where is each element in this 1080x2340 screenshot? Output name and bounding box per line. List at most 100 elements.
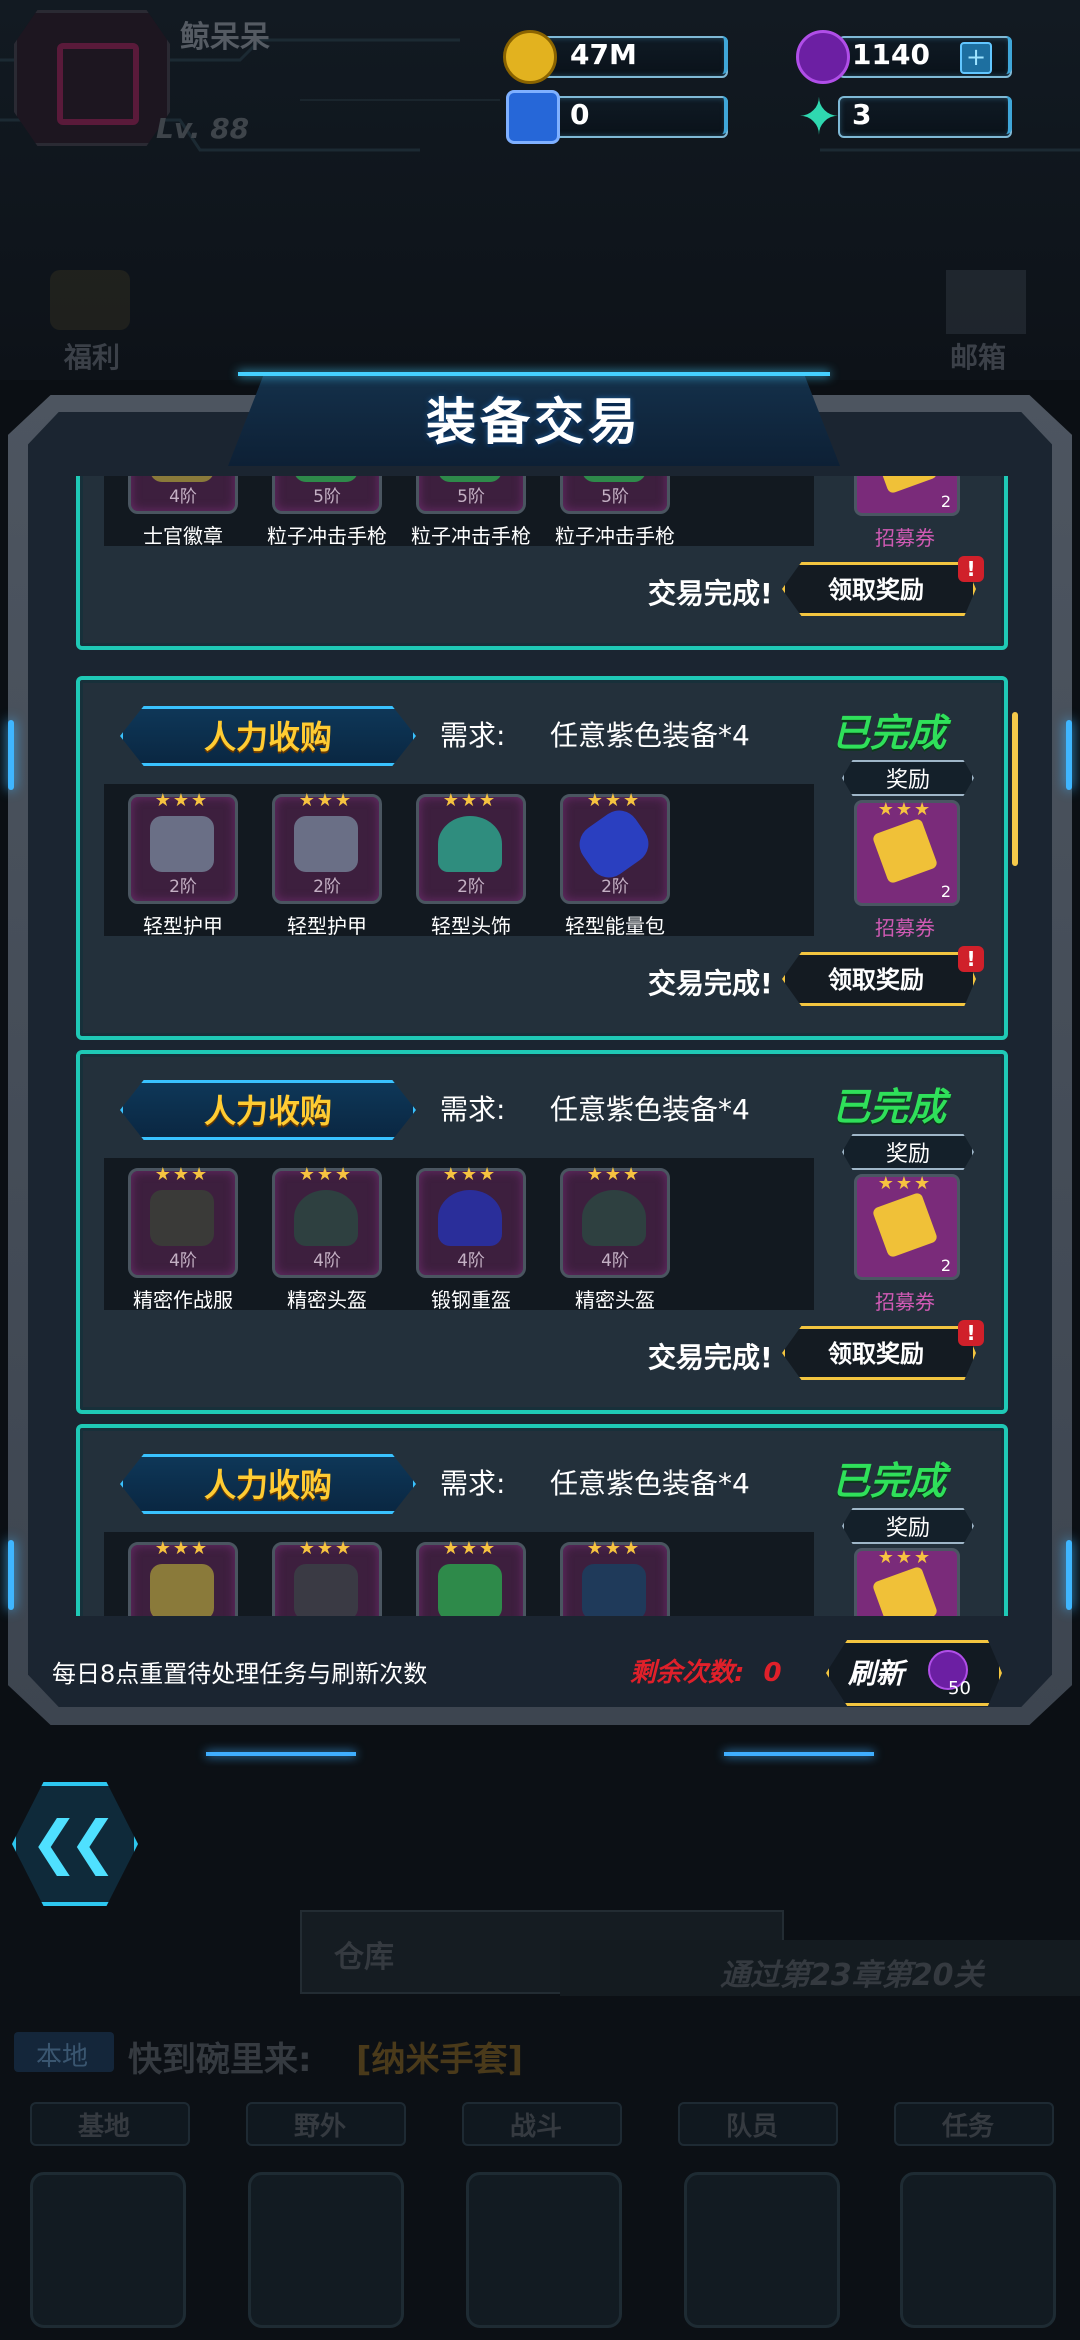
side-light-left xyxy=(8,720,14,790)
team-icon[interactable] xyxy=(684,2172,840,2328)
bottom-glow-right xyxy=(724,1752,874,1756)
items-well: ★★★ 4阶 士官徽章 ★★★ 5阶 粒子冲击手枪 ★★★ 5阶 粒子冲击手枪 … xyxy=(104,476,814,548)
star-rating-icon: ★★★ xyxy=(586,1164,642,1185)
trade-type-label: 人力收购 xyxy=(203,718,332,756)
item-slot[interactable]: ★★★ xyxy=(128,1538,238,1616)
remaining-value: 0 xyxy=(763,1658,782,1688)
base-icon[interactable] xyxy=(30,2172,186,2328)
item-slot[interactable]: ★★★ 4阶 精密头盔 xyxy=(272,1164,382,1312)
item-tier: 2阶 xyxy=(457,877,485,897)
chat-item: [纳米手套] xyxy=(356,2040,524,2080)
purple-gem-icon xyxy=(796,30,850,84)
item-slot[interactable]: ★★★ 2阶 轻型头饰 xyxy=(416,790,526,938)
star-rating-icon: ★★★ xyxy=(298,1164,354,1185)
star-rating-icon: ★★★ xyxy=(442,1164,498,1185)
item-tier: 2阶 xyxy=(601,877,629,897)
mail-icon[interactable] xyxy=(946,270,1026,334)
item-slot[interactable]: ★★★ 2阶 轻型护甲 xyxy=(272,790,382,938)
title-glow-line xyxy=(238,372,830,376)
tab-quest-label: 任务 xyxy=(942,2112,995,2142)
reward-slot[interactable]: ★★★ 2 xyxy=(854,799,960,906)
star-rating-icon: ★★★ xyxy=(586,790,642,811)
alert-icon: ! xyxy=(958,946,984,972)
star-rating-icon: ★★★ xyxy=(442,1538,498,1559)
item-slot[interactable]: ★★★ 5阶 粒子冲击手枪 xyxy=(411,476,531,548)
star-rating-icon: ★★★ xyxy=(298,790,354,811)
trade-type-label: 人力收购 xyxy=(203,1092,332,1130)
item-slot[interactable]: ★★★ 5阶 粒子冲击手枪 xyxy=(555,476,675,548)
item-name: 粒子冲击手枪 xyxy=(555,524,675,548)
headgear-icon xyxy=(438,816,502,872)
trade-type-label: 人力收购 xyxy=(203,1466,332,1504)
item-slot[interactable]: ★★★ xyxy=(560,1538,670,1616)
helmet-icon xyxy=(294,1190,358,1246)
back-chevron-icon: ❮❮ xyxy=(30,1808,117,1876)
armor-icon xyxy=(150,816,214,872)
item-slot[interactable]: ★★★ 5阶 粒子冲击手枪 xyxy=(267,476,387,548)
item-slot[interactable]: ★★★ 2阶 轻型能量包 xyxy=(560,790,670,938)
item-tier: 2阶 xyxy=(313,877,341,897)
item-name: 精密作战服 xyxy=(133,1288,233,1312)
item-tier: 4阶 xyxy=(601,1251,629,1271)
reward-slot[interactable]: ★★★ xyxy=(854,1547,960,1616)
add-gems-button[interactable]: + xyxy=(960,42,992,74)
reward-header-label: 奖励 xyxy=(885,1142,930,1167)
item-tier: 4阶 xyxy=(169,487,197,507)
field-icon[interactable] xyxy=(248,2172,404,2328)
star-rating-icon: ★★★ xyxy=(877,799,933,820)
tab-field-label: 野外 xyxy=(294,2112,347,2142)
reward-header-label: 奖励 xyxy=(885,768,930,793)
item-slot[interactable]: ★★★ xyxy=(272,1538,382,1616)
trade-complete-text: 交易完成! xyxy=(648,1341,773,1374)
warehouse-label: 仓库 xyxy=(334,1940,394,1975)
item-slot[interactable]: ★★★ 4阶 精密头盔 xyxy=(560,1164,670,1312)
star-rating-icon: ★★★ xyxy=(298,1538,354,1559)
trophy-icon[interactable] xyxy=(50,270,130,330)
recruit-ticket-icon xyxy=(871,1565,939,1616)
alert-icon: ! xyxy=(958,556,984,582)
star-rating-icon: ★★★ xyxy=(877,1547,933,1568)
quest-icon[interactable] xyxy=(900,2172,1056,2328)
item-slot[interactable]: ★★★ 2阶 轻型护甲 xyxy=(128,790,238,938)
item-tier: 5阶 xyxy=(457,487,485,507)
dialog-title: 装备交易 xyxy=(426,393,642,451)
gem-value: 1140 xyxy=(852,38,930,71)
bottom-glow-left xyxy=(206,1752,356,1756)
remaining-refreshes: 剩余次数: 0 xyxy=(630,1652,782,1689)
chat-channel: 本地 xyxy=(36,2042,89,2072)
item-name: 精密头盔 xyxy=(287,1288,367,1312)
energy-value: 3 xyxy=(852,98,872,131)
scrollbar-thumb[interactable] xyxy=(1012,712,1018,866)
reward-slot[interactable]: 2 xyxy=(854,476,960,516)
item-slot[interactable]: ★★★ 4阶 士官徽章 xyxy=(128,476,238,548)
star-rating-icon: ★★★ xyxy=(442,790,498,811)
item-slot[interactable]: ★★★ 4阶 精密作战服 xyxy=(128,1164,238,1312)
pistol-icon xyxy=(438,1564,502,1616)
armor-icon xyxy=(582,1564,646,1616)
status-badge: 已完成 xyxy=(832,1085,947,1129)
item-tier: 2阶 xyxy=(169,877,197,897)
item-slot[interactable]: ★★★ xyxy=(416,1538,526,1616)
battle-icon[interactable] xyxy=(466,2172,622,2328)
tab-base-label: 基地 xyxy=(78,2112,131,2142)
item-name: 粒子冲击手枪 xyxy=(411,524,531,548)
reward-name: 招募券 xyxy=(875,1290,935,1314)
gold-value: 47M xyxy=(570,38,637,71)
trade-list[interactable]: ★★★ 4阶 士官徽章 ★★★ 5阶 粒子冲击手枪 ★★★ 5阶 粒子冲击手枪 … xyxy=(60,476,1020,1616)
player-avatar[interactable] xyxy=(14,10,170,146)
item-tier: 4阶 xyxy=(457,1251,485,1271)
trade-card: 人力收购 需求: 任意紫色装备*4 已完成 ★★★ ★★★ ★★★ ★★★ 奖励 xyxy=(76,1424,1008,1616)
reward-slot[interactable]: ★★★ 2 xyxy=(854,1173,960,1280)
recruit-ticket-icon xyxy=(871,1191,939,1259)
gear-item-icon xyxy=(294,1564,358,1616)
claim-reward-label: 领取奖励 xyxy=(828,1340,924,1368)
items-well: ★★★ ★★★ ★★★ ★★★ xyxy=(104,1532,814,1616)
item-name: 粒子冲击手枪 xyxy=(267,524,387,548)
status-badge: 已完成 xyxy=(832,711,947,755)
item-slot[interactable]: ★★★ 4阶 锻钢重盔 xyxy=(416,1164,526,1312)
recruit-ticket-icon xyxy=(871,476,939,495)
trade-complete-text: 交易完成! xyxy=(648,967,773,1000)
reward-name: 招募券 xyxy=(875,526,935,550)
recruit-ticket-icon xyxy=(871,817,939,885)
item-name: 轻型护甲 xyxy=(143,914,223,938)
